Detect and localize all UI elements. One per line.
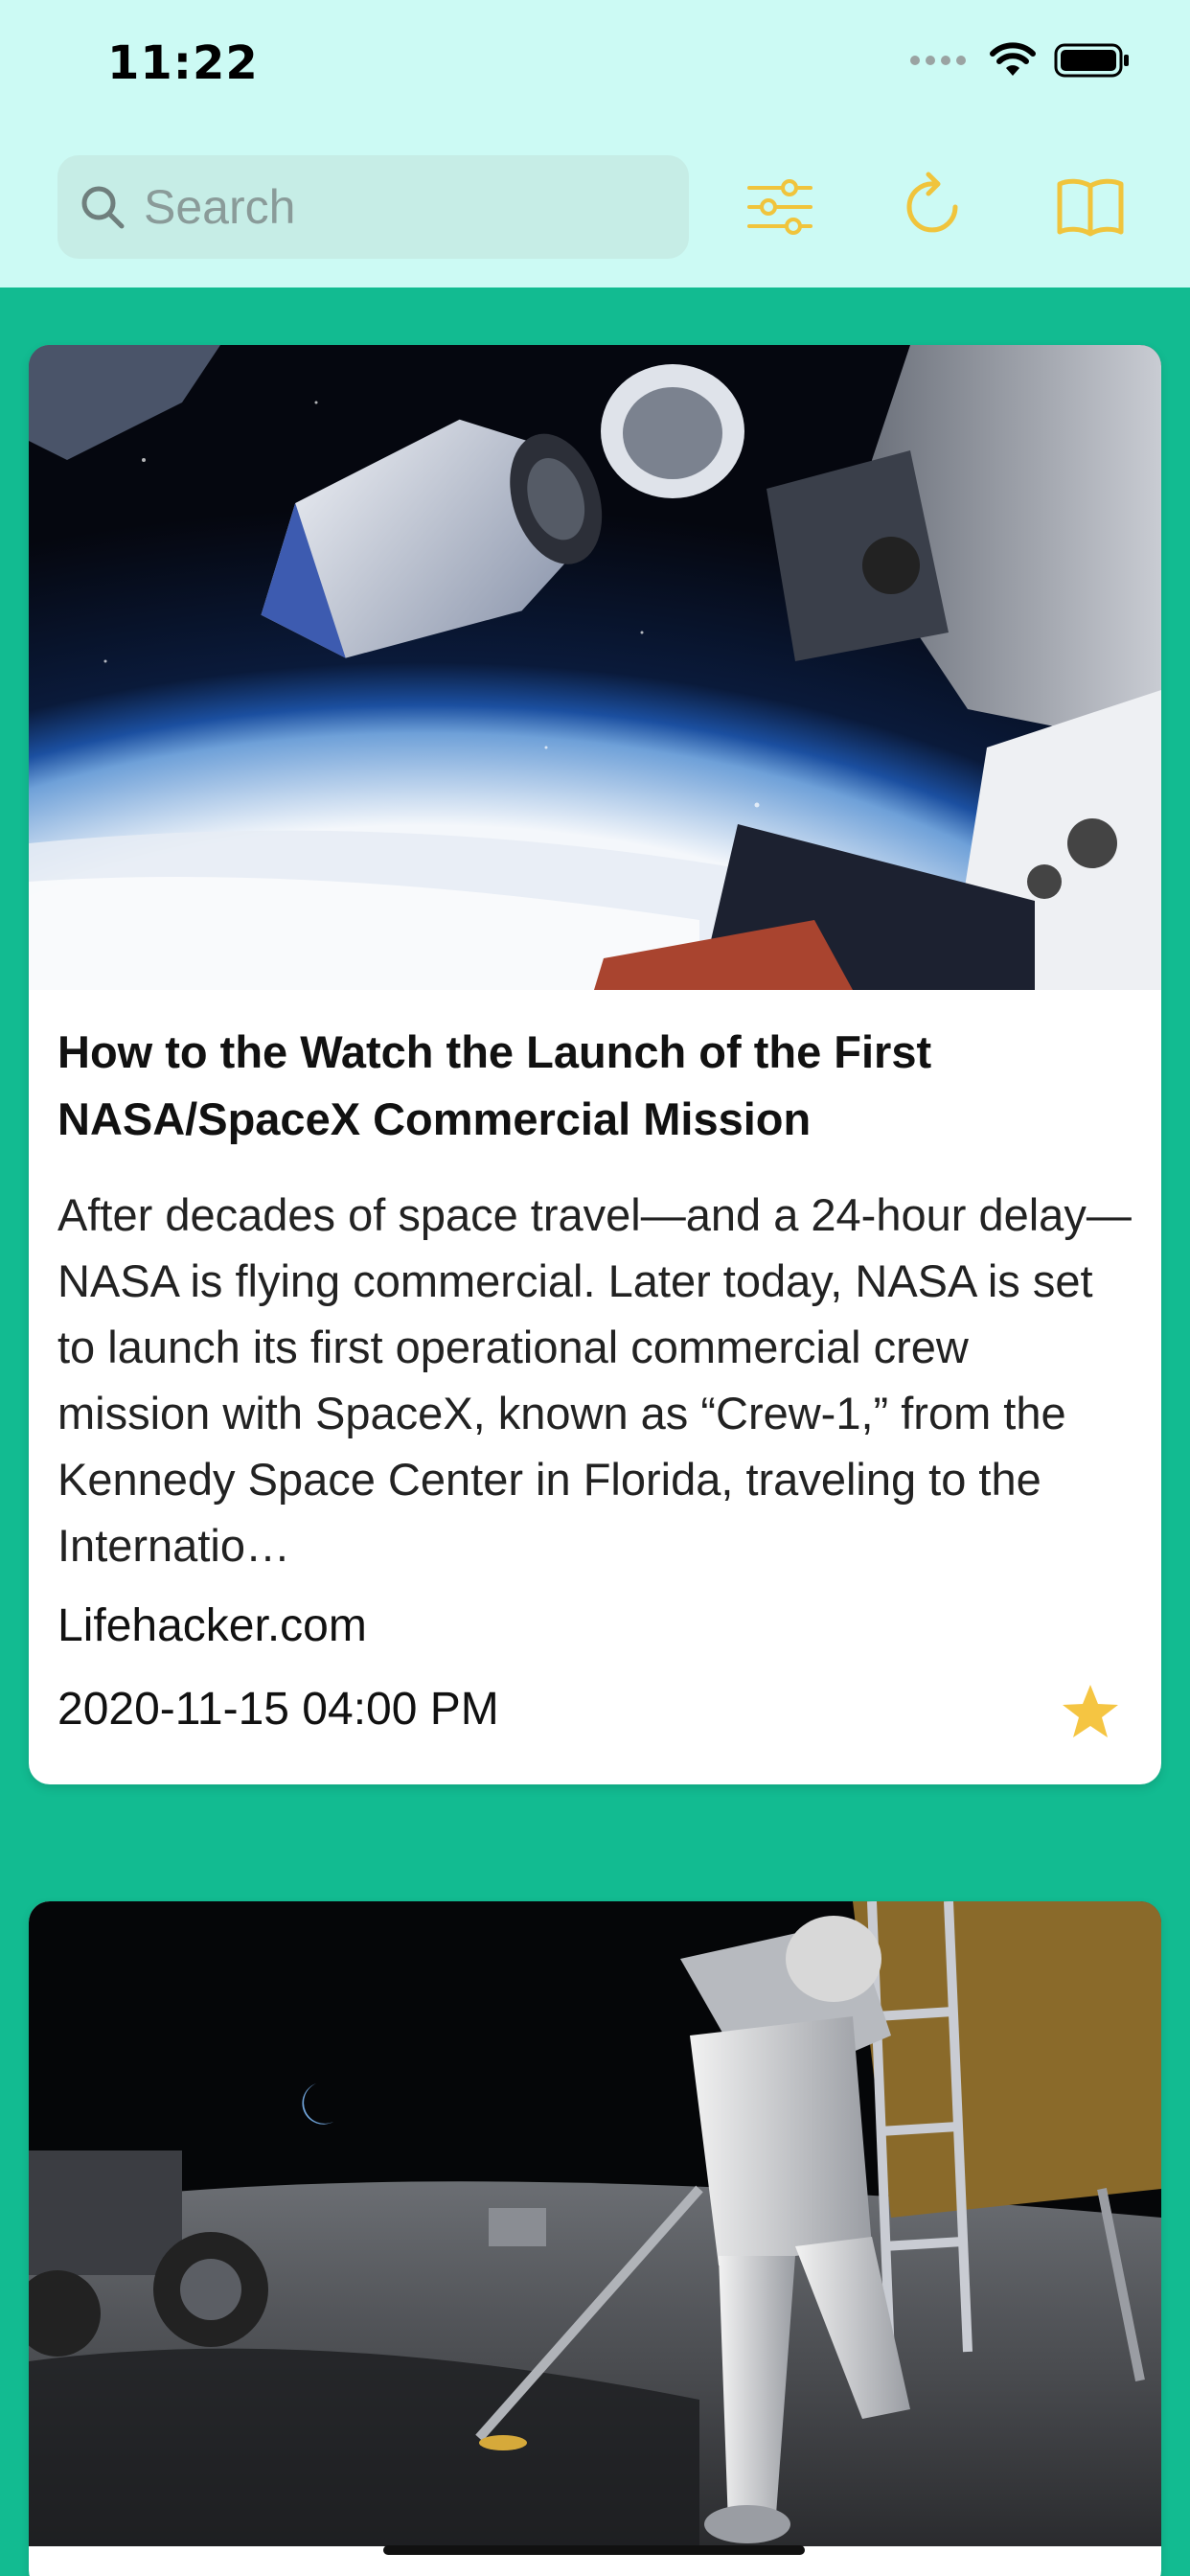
status-icons — [910, 42, 1131, 79]
search-icon — [81, 186, 125, 229]
article-date: 2020-11-15 04:00 PM — [57, 1684, 499, 1735]
nav-bar: Search — [0, 153, 1190, 259]
battery-icon — [1054, 43, 1129, 78]
search-field[interactable]: Search — [57, 155, 689, 259]
cellular-dots-icon — [910, 56, 966, 65]
article-source: Lifehacker.com — [57, 1600, 367, 1651]
book-icon[interactable] — [1054, 171, 1127, 243]
status-time: 11:22 — [107, 36, 259, 90]
article-card[interactable]: How to the Watch the Launch of the First… — [29, 345, 1161, 1784]
wifi-icon — [990, 42, 1036, 76]
article-feed[interactable]: How to the Watch the Launch of the First… — [0, 288, 1190, 2576]
article-body: How to the Watch the Launch of the First… — [29, 1019, 1161, 1736]
home-indicator[interactable] — [383, 2545, 805, 2555]
header: 11:22 Search — [0, 0, 1190, 288]
article-summary: After decades of space travel—and a 24-h… — [57, 1189, 1132, 1571]
sliders-icon[interactable] — [744, 171, 816, 243]
search-placeholder: Search — [144, 180, 296, 234]
status-bar: 11:22 — [0, 0, 1190, 134]
spacecraft-docking-image — [29, 345, 1161, 990]
refresh-icon[interactable] — [898, 171, 971, 243]
star-icon[interactable] — [1060, 1681, 1121, 1742]
article-title[interactable]: How to the Watch the Launch of the First… — [57, 1019, 1133, 1153]
article-card[interactable] — [29, 1901, 1161, 2576]
astronaut-moon-image — [29, 1901, 1161, 2546]
